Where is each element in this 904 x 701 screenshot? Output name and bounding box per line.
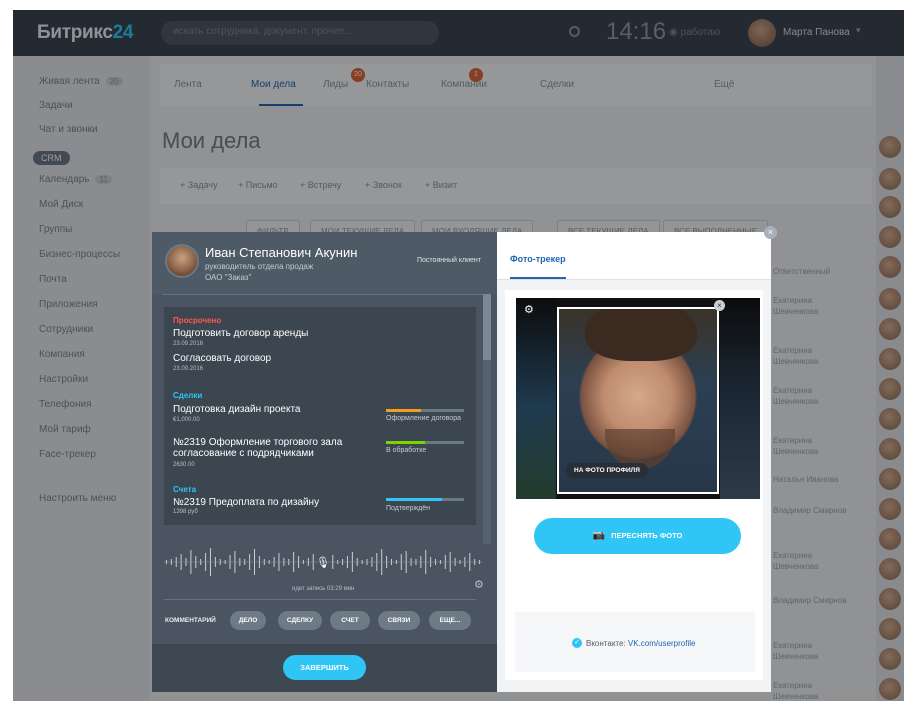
invoice-item[interactable]: №2319 Предоплата по дизайну (173, 497, 319, 508)
check-icon: ✓ (572, 638, 582, 648)
retake-photo-label: ПЕРЕСНЯТЬ ФОТО (611, 531, 683, 540)
camera-view: ⚙ × НА ФОТО ПРОФИЛЯ (516, 298, 760, 499)
deal-amount: 2630.00 (173, 462, 195, 468)
vk-profile-bar: ✓ Вконтакте: VK.com/userprofile (515, 612, 755, 672)
add-deal-chip[interactable]: СДЕЛКУ (278, 611, 322, 630)
more-chip[interactable]: ЕЩЕ... (429, 611, 471, 630)
retake-photo-button[interactable]: 📷 ПЕРЕСНЯТЬ ФОТО (534, 518, 741, 554)
deals-heading: Сделки (173, 391, 203, 400)
invoices-heading: Счета (173, 485, 197, 494)
deal-stage-fill (386, 441, 425, 444)
gear-icon[interactable]: ⚙ (524, 303, 534, 316)
overdue-date: 23.09.2016 (173, 341, 204, 347)
contact-name[interactable]: Иван Степанович Акунин (205, 245, 357, 260)
deal-stage-bar (386, 441, 464, 444)
close-icon[interactable]: × (714, 300, 725, 311)
deal-stage-label: В обработке (386, 447, 427, 454)
camera-icon: 📷 (592, 530, 606, 541)
overdue-item[interactable]: Подготовить договор аренды (173, 328, 308, 339)
deal-stage-label: Оформление договора (386, 415, 461, 422)
invoice-amount: 1398 руб (173, 509, 198, 515)
client-type-badge: Постоянный клиент (417, 257, 481, 264)
deal-amount: €1,000.00 (173, 417, 200, 423)
add-invoice-chip[interactable]: СЧЕТ (330, 611, 370, 630)
contact-role: руководитель отдела продаж (205, 262, 314, 271)
close-icon[interactable]: × (764, 226, 777, 239)
vk-profile-link[interactable]: VK.com/userprofile (628, 639, 696, 648)
overdue-date: 23.09.2016 (173, 366, 204, 372)
overdue-item[interactable]: Согласовать договор (173, 353, 271, 364)
tracker-header: Фото-трекер (497, 232, 771, 280)
deal-item[interactable]: №2319 Оформление торгового зала (173, 437, 342, 448)
contact-avatar[interactable] (165, 244, 199, 278)
deal-item[interactable]: Подготовка дизайн проекта (173, 404, 300, 415)
comment-button[interactable]: КОММЕНТАРИЙ (165, 617, 216, 624)
profile-photo-badge: НА ФОТО ПРОФИЛЯ (566, 463, 648, 478)
camera-background (720, 298, 760, 499)
contact-company: ОАО "Заказ" (205, 273, 252, 282)
recording-status: идет запись 03:29 мин (292, 586, 355, 592)
deal-stage-bar (386, 409, 464, 412)
divider (164, 599, 476, 600)
overdue-heading: Просрочено (173, 316, 222, 325)
finish-button[interactable]: ЗАВЕРШИТЬ (283, 655, 366, 680)
photo-hair (585, 309, 697, 361)
activity-panel: Просрочено Подготовить договор аренды 23… (164, 307, 476, 525)
vk-label-text: Вконтакте: (586, 639, 626, 648)
invoice-stage-fill (386, 498, 443, 501)
gear-icon[interactable]: ⚙ (474, 578, 484, 591)
divider (162, 294, 487, 295)
deal-item-line2[interactable]: согласование с подрядчиками (173, 448, 314, 459)
links-chip[interactable]: СВЯЗИ (378, 611, 420, 630)
active-tab-indicator (510, 277, 566, 279)
tracker-body: ⚙ × НА ФОТО ПРОФИЛЯ 📷 ПЕРЕСНЯТЬ ФОТО ✓ Вк… (505, 290, 763, 680)
contact-header: Иван Степанович Акунин руководитель отде… (152, 232, 497, 294)
vk-label: Вконтакте: VK.com/userprofile (586, 639, 695, 648)
scrollbar-thumb[interactable] (483, 294, 491, 360)
tab-photo-tracker[interactable]: Фото-трекер (510, 254, 566, 264)
card-footer: ЗАВЕРШИТЬ (152, 644, 497, 692)
microphone-icon[interactable]: 🎙 (316, 556, 330, 569)
add-task-chip[interactable]: ДЕЛО (230, 611, 266, 630)
audio-waveform: 🎙 (164, 548, 482, 576)
photo-tracker-panel: Фото-трекер ⚙ × НА ФОТО ПРОФИЛЯ 📷 ПЕРЕСНЯ… (497, 232, 771, 692)
camera-background (516, 298, 556, 499)
invoice-stage-label: Подтверждён (386, 505, 431, 512)
contact-card: Иван Степанович Акунин руководитель отде… (152, 232, 497, 692)
deal-stage-fill (386, 409, 422, 412)
invoice-stage-bar (386, 498, 464, 501)
